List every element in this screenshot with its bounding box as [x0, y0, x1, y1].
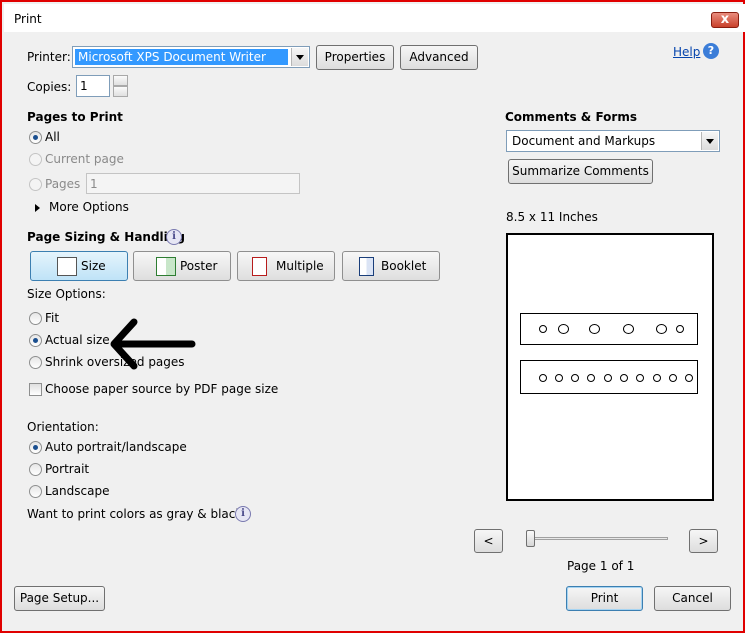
poster-mode-label: Poster: [180, 259, 218, 273]
print-dialog: Print x Printer: Microsoft XPS Document …: [0, 0, 745, 633]
chevron-down-icon[interactable]: [291, 48, 308, 66]
pages-range-input[interactable]: 1: [86, 173, 300, 194]
info-icon[interactable]: i: [235, 506, 251, 522]
copies-value: 1: [80, 79, 88, 93]
preview-dot: [539, 325, 547, 333]
size-mode-button[interactable]: Size: [30, 251, 128, 281]
help-icon[interactable]: ?: [703, 43, 719, 59]
actual-size-radio[interactable]: [29, 334, 42, 347]
preview-dot: [539, 374, 547, 382]
preview-strip-top: [520, 313, 698, 345]
shrink-radio[interactable]: [29, 356, 42, 369]
close-button[interactable]: x: [711, 12, 739, 28]
orientation-label: Orientation:: [27, 420, 99, 434]
fit-label: Fit: [45, 311, 60, 325]
fit-radio[interactable]: [29, 312, 42, 325]
preview-strip-bottom: [520, 360, 698, 394]
size-icon: [57, 257, 77, 276]
preview-dot: [676, 325, 684, 333]
advanced-button[interactable]: Advanced: [400, 45, 478, 70]
page-slider-thumb[interactable]: [526, 530, 535, 547]
preview-dot: [558, 324, 569, 334]
title-bar: Print x: [4, 4, 745, 32]
pages-range-label: Pages: [45, 177, 81, 191]
preview-dot: [604, 374, 612, 382]
pages-all-label: All: [45, 130, 60, 144]
properties-button[interactable]: Properties: [316, 45, 394, 70]
info-icon[interactable]: i: [166, 229, 182, 245]
size-mode-label: Size: [81, 259, 106, 273]
page-slider-track[interactable]: [526, 537, 668, 540]
auto-orientation-radio[interactable]: [29, 441, 42, 454]
auto-orientation-label: Auto portrait/landscape: [45, 440, 187, 454]
chevron-down-icon[interactable]: [701, 132, 718, 150]
landscape-radio[interactable]: [29, 485, 42, 498]
paper-source-label: Choose paper source by PDF page size: [45, 382, 279, 396]
preview-dot: [685, 374, 693, 382]
pages-all-radio[interactable]: [29, 131, 42, 144]
sizing-heading: Page Sizing & Handling: [27, 230, 185, 244]
annotation-arrow-icon: [110, 318, 196, 370]
more-options-link[interactable]: More Options: [49, 200, 129, 214]
copies-up-button[interactable]: [113, 75, 128, 86]
pages-range-value: 1: [90, 177, 98, 191]
next-page-button[interactable]: >: [689, 529, 718, 553]
portrait-label: Portrait: [45, 462, 90, 476]
prev-page-button[interactable]: <: [474, 529, 503, 553]
preview-dot: [620, 374, 628, 382]
cancel-button[interactable]: Cancel: [654, 586, 731, 611]
printer-select[interactable]: Microsoft XPS Document Writer: [72, 46, 310, 68]
landscape-label: Landscape: [45, 484, 110, 498]
pages-heading: Pages to Print: [27, 110, 123, 124]
paper-source-checkbox[interactable]: [29, 383, 42, 396]
page-indicator: Page 1 of 1: [567, 559, 635, 573]
preview-dot: [571, 374, 579, 382]
help-link[interactable]: Help: [673, 45, 700, 59]
copies-input[interactable]: 1: [76, 75, 110, 97]
comments-select[interactable]: Document and Markups: [506, 130, 720, 152]
summarize-comments-button[interactable]: Summarize Comments: [508, 159, 653, 184]
page-setup-button[interactable]: Page Setup...: [14, 586, 105, 611]
multiple-mode-button[interactable]: Multiple: [237, 251, 335, 281]
preview-dot: [555, 374, 563, 382]
pages-current-label: Current page: [45, 152, 124, 166]
print-button[interactable]: Print: [566, 586, 643, 611]
expand-arrow-icon[interactable]: [35, 204, 40, 212]
poster-icon: [156, 257, 176, 276]
preview-dot: [589, 324, 600, 334]
gray-question: Want to print colors as gray & black?: [27, 507, 249, 521]
booklet-mode-button[interactable]: Booklet: [342, 251, 440, 281]
printer-label: Printer:: [27, 50, 71, 64]
window-title: Print: [14, 12, 42, 26]
pages-current-radio[interactable]: [29, 153, 42, 166]
printer-select-value: Microsoft XPS Document Writer: [75, 49, 288, 65]
comments-heading: Comments & Forms: [505, 110, 637, 124]
preview-dot: [656, 324, 667, 334]
actual-size-label: Actual size: [45, 333, 110, 347]
page-preview: [506, 233, 714, 501]
preview-dot: [587, 374, 595, 382]
multiple-mode-label: Multiple: [276, 259, 324, 273]
booklet-icon: [359, 257, 374, 276]
paper-size-label: 8.5 x 11 Inches: [506, 210, 598, 224]
copies-label: Copies:: [27, 80, 72, 94]
copies-down-button[interactable]: [113, 86, 128, 97]
preview-dot: [653, 374, 661, 382]
poster-mode-button[interactable]: Poster: [133, 251, 231, 281]
portrait-radio[interactable]: [29, 463, 42, 476]
preview-dot: [623, 324, 634, 334]
preview-dot: [636, 374, 644, 382]
multiple-icon: [252, 257, 267, 276]
preview-dot: [669, 374, 677, 382]
pages-range-radio[interactable]: [29, 178, 42, 191]
comments-select-value: Document and Markups: [512, 134, 656, 148]
size-options-label: Size Options:: [27, 287, 106, 301]
booklet-mode-label: Booklet: [381, 259, 427, 273]
